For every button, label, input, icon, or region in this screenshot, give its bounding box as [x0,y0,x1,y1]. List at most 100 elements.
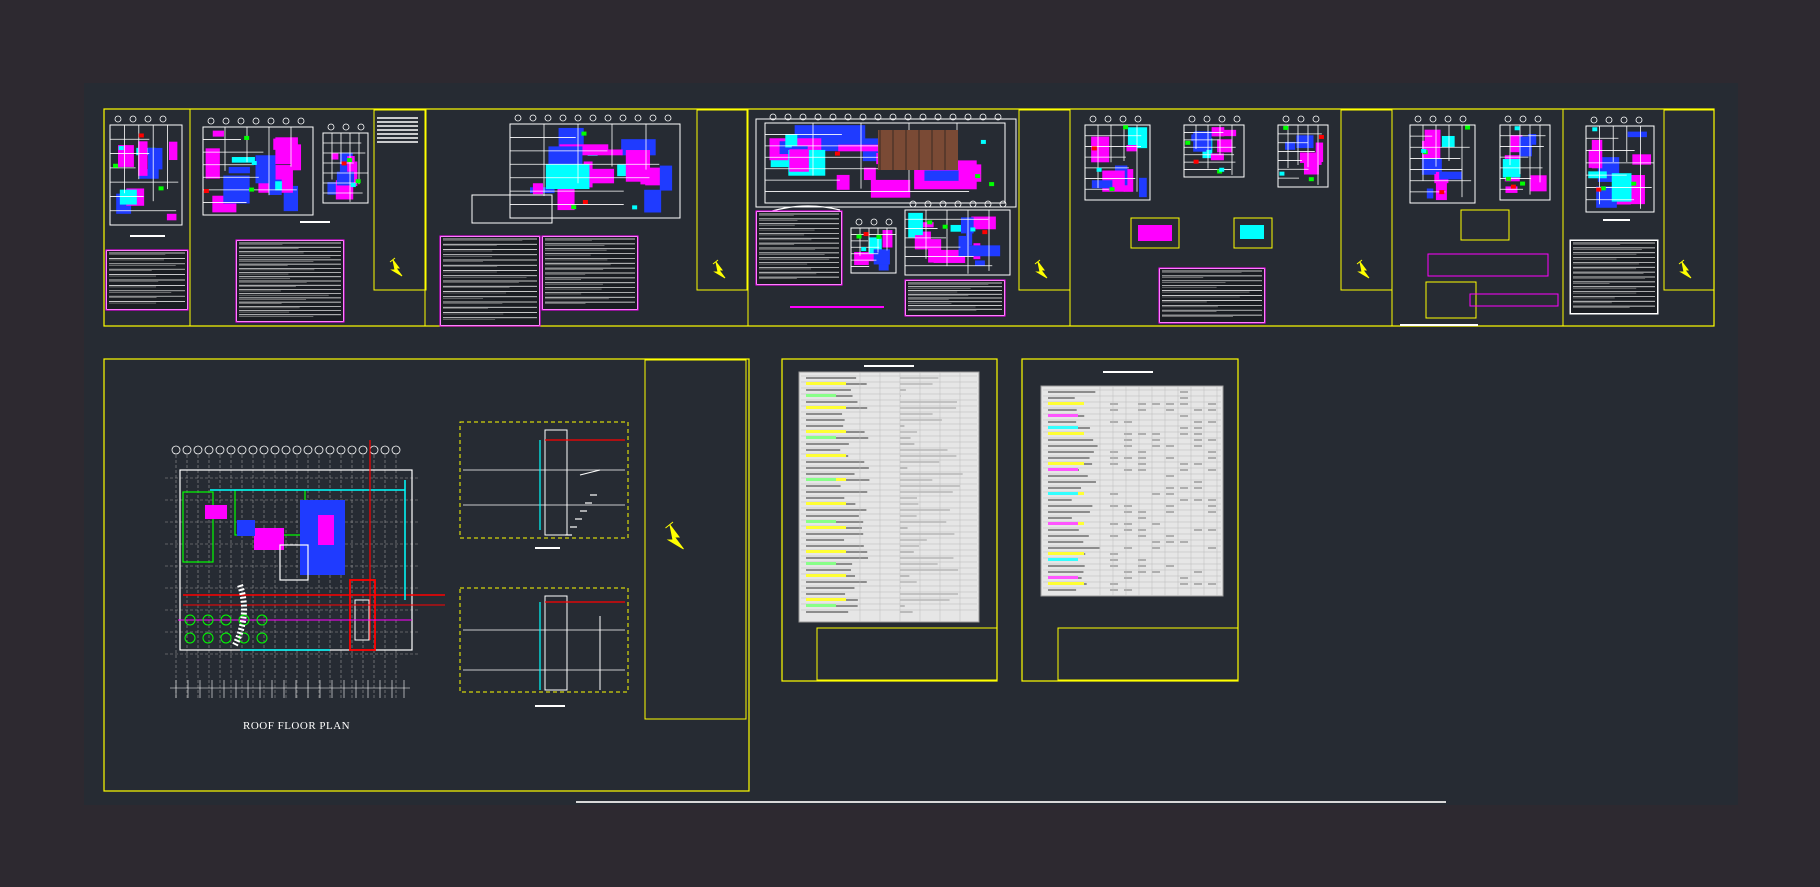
fixture [1193,159,1199,164]
fixture [1505,176,1511,181]
grid-bubble [634,114,642,122]
grid-bubble [303,445,313,455]
room-fill [275,137,298,165]
title-block [1340,109,1393,291]
grid-bubble [1297,115,1305,123]
room-fill [147,147,163,170]
fixture [1592,127,1598,132]
highlight-row [806,574,846,577]
room-fill [644,189,662,213]
room-fill [212,130,224,137]
grid-bubble [939,200,947,208]
grid-bubble [1605,116,1613,124]
grid-bubble [325,445,335,455]
grid-bubble [1134,115,1142,123]
grid-bubble [114,115,122,123]
grid-bubble [267,117,275,125]
fixture [861,247,867,252]
room-fill [1439,171,1462,180]
planter [202,632,214,644]
fixture [138,133,144,138]
grid-bubble [924,200,932,208]
grid-bubble [327,123,335,131]
north-arrow-icon [389,257,403,277]
room-fill [908,212,923,238]
room-fill [205,148,220,179]
highlight-row [806,502,846,505]
fixture [876,234,882,239]
grid-bubble [954,200,962,208]
room-fill [1296,135,1314,149]
grid-bubble [1188,115,1196,123]
room-magenta [318,515,334,545]
fixture [1219,167,1225,172]
grid-bubble [342,123,350,131]
highlight-row [1048,462,1084,465]
planter [256,632,268,644]
fixture [989,182,995,187]
highlight-row [806,430,846,433]
grid-bubble [281,445,291,455]
grid-bubble [369,445,379,455]
fixture [158,186,164,191]
fixture [942,224,948,229]
title-block [1018,109,1071,291]
fixture [927,220,933,225]
fixture [347,158,353,163]
room-fill [532,183,543,195]
fixture [1510,184,1516,189]
grid-bubble [1504,115,1512,123]
fixture [1096,167,1102,172]
highlight-row [806,550,846,553]
room-fill [1217,139,1233,153]
highlight-row [1048,522,1078,525]
finish-schedule [1040,385,1224,597]
detail-box [1425,281,1477,319]
fixture [251,161,257,166]
fixture [203,189,209,194]
room-fill [545,164,590,190]
room-fill [836,174,850,190]
grid-bubble [969,200,977,208]
grid-bubble [664,114,672,122]
room-fill [1126,145,1138,152]
grid-bubble [1312,115,1320,123]
fixture [1439,190,1445,195]
grid-bubble [314,445,324,455]
planter [184,632,196,644]
model-space[interactable] [84,83,1738,805]
highlight-row [1048,468,1078,471]
grid-bubble [559,114,567,122]
fixture [1185,140,1191,145]
grid-bubble [619,114,627,122]
grid-bubble [248,445,258,455]
room-fill [1588,149,1598,168]
room-fill [863,167,876,181]
grid-bubble [1590,116,1598,124]
grid-bubble [226,445,236,455]
grid-bubble [870,218,878,226]
fixture [1318,134,1324,139]
grid-bubble [1414,115,1422,123]
horizontal-scrollbar[interactable] [576,801,1446,803]
room-fill [1091,180,1113,189]
grid-bubble [144,115,152,123]
grid-bubble [529,114,537,122]
highlight-row [1048,492,1078,495]
note-box [1469,293,1559,307]
grid-bubble [270,445,280,455]
highlight-row [1048,426,1078,429]
grid-bubble [129,115,137,123]
room-fill [138,141,148,176]
grid-bubble [215,445,225,455]
fixture [582,200,588,205]
grid-bubble [171,445,181,455]
room-fill [592,168,615,184]
grid-bubble [1218,115,1226,123]
north-arrow-icon [712,259,726,279]
room-fill [1315,142,1324,163]
title-block [816,627,998,681]
room-fill [1127,127,1148,149]
title-block [1663,109,1715,291]
highlight-row [1048,552,1084,555]
